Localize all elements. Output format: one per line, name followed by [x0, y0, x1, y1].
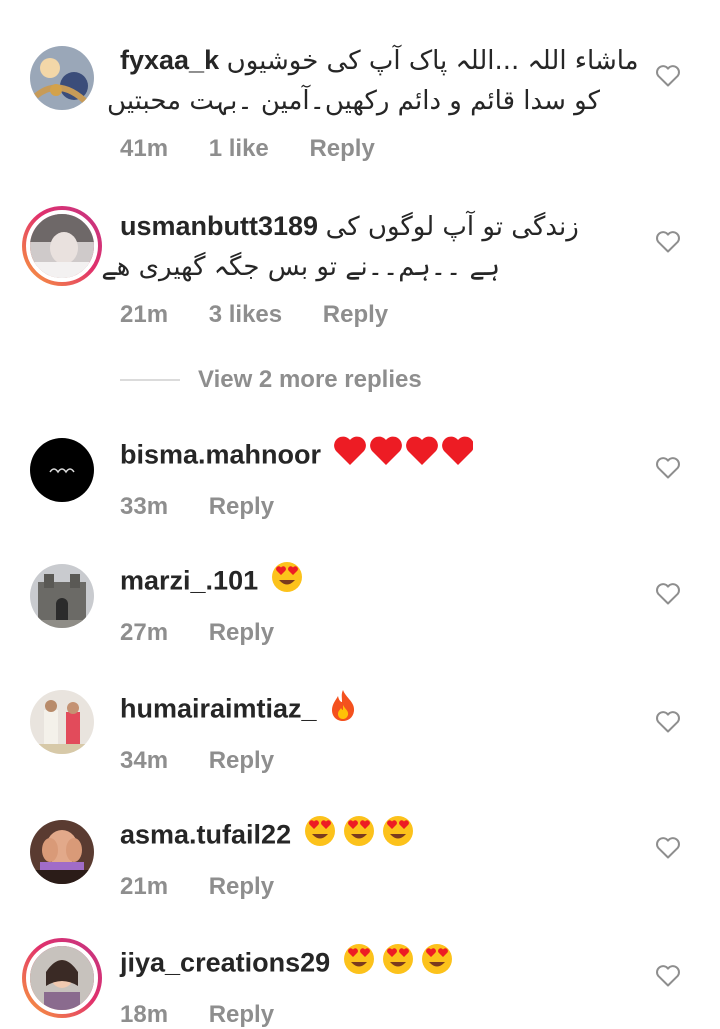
avatar-image	[30, 214, 94, 278]
heart-outline-icon[interactable]	[655, 964, 681, 988]
reply-button[interactable]: Reply	[209, 873, 274, 900]
comment-text: کو سدا قائم و دائم رکھیں۔آمین ۔بہت محبتی…	[107, 86, 600, 116]
reply-button[interactable]: Reply	[209, 493, 274, 520]
avatar-image	[30, 564, 94, 628]
reply-button[interactable]: Reply	[209, 619, 274, 646]
avatar[interactable]	[30, 438, 94, 502]
avatar[interactable]	[30, 690, 94, 754]
avatar-image	[30, 946, 94, 1010]
avatar-image	[30, 690, 94, 754]
comment-text: زندگی تو آپ لوگوں کی	[325, 212, 579, 242]
username[interactable]: jiya_creations29	[120, 948, 330, 978]
username[interactable]: marzi_.101	[120, 566, 258, 596]
username[interactable]: humairaimtiaz_	[120, 694, 317, 724]
likes-count[interactable]: 3 likes	[209, 301, 282, 328]
timestamp: 21m	[120, 301, 169, 328]
heart-outline-icon[interactable]	[655, 230, 681, 254]
heart-eyes-emojis	[303, 814, 415, 859]
view-more-label[interactable]: View 2 more replies	[198, 366, 422, 394]
avatar[interactable]	[30, 46, 94, 110]
timestamp: 33m	[120, 493, 169, 520]
avatar[interactable]	[30, 820, 94, 884]
username[interactable]: asma.tufail22	[120, 820, 291, 850]
heart-outline-icon[interactable]	[655, 836, 681, 860]
timestamp: 41m	[120, 135, 169, 162]
timestamp: 21m	[120, 873, 169, 900]
avatar[interactable]	[22, 938, 102, 1018]
view-more-replies[interactable]: View 2 more replies	[120, 362, 422, 398]
reply-button[interactable]: Reply	[323, 301, 388, 328]
timestamp: 27m	[120, 619, 169, 646]
avatar-image	[30, 438, 94, 502]
fire-emoji	[328, 688, 358, 733]
avatar-image	[30, 46, 94, 110]
username[interactable]: fyxaa_k	[120, 45, 219, 75]
username[interactable]: bisma.mahnoor	[120, 440, 321, 470]
heart-outline-icon[interactable]	[655, 710, 681, 734]
heart-outline-icon[interactable]	[655, 64, 681, 88]
timestamp: 34m	[120, 747, 169, 774]
avatar[interactable]	[30, 564, 94, 628]
avatar-image	[30, 820, 94, 884]
username[interactable]: usmanbutt3189	[120, 211, 318, 241]
comment-text: ماشاء اللہ ...اللہ پاک آپ کی خوشیوں	[226, 46, 639, 76]
likes-count[interactable]: 1 like	[209, 135, 269, 162]
heart-outline-icon[interactable]	[655, 456, 681, 480]
heart-eyes-emoji	[270, 560, 304, 605]
heart-emojis	[333, 434, 474, 479]
reply-button[interactable]: Reply	[309, 135, 374, 162]
reply-button[interactable]: Reply	[209, 747, 274, 774]
avatar[interactable]	[22, 206, 102, 286]
divider	[120, 379, 180, 381]
heart-eyes-emojis	[342, 942, 454, 987]
comment-text: ہے ۔۔ہم۔۔نے تو بس جگہ گھیری ھے	[101, 252, 500, 282]
heart-outline-icon[interactable]	[655, 582, 681, 606]
